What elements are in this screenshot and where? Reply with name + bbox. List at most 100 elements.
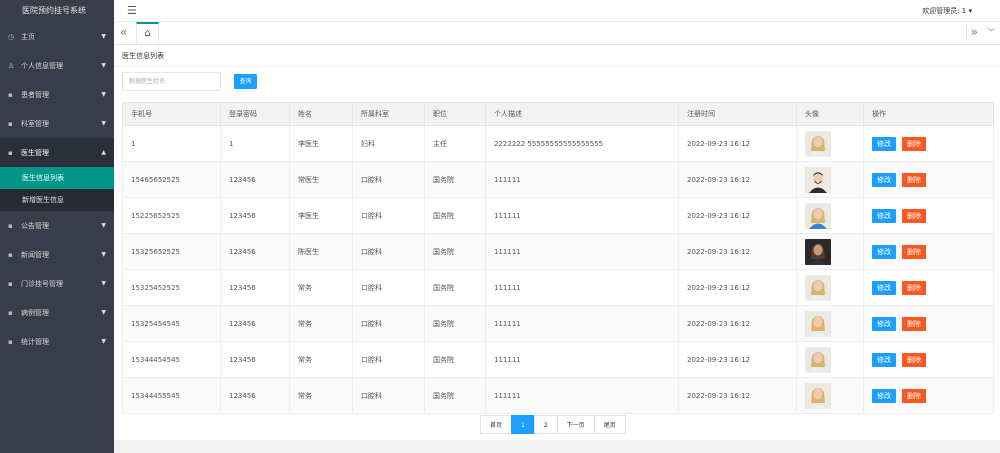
avatar bbox=[805, 346, 831, 373]
table-row: 15344455545 123456 常务 口腔科 国务院 111111 2022-09-2… bbox=[122, 377, 994, 414]
menu-item-icon: ▪ bbox=[8, 337, 13, 346]
sidebar-item[interactable]: ▪ 统计管理 ▼ bbox=[0, 327, 114, 356]
edit-button[interactable]: 修改 bbox=[872, 208, 896, 223]
chevron-down-icon: ▼ bbox=[101, 309, 106, 316]
sidebar-item[interactable]: ▪ 医生管理 ▲ bbox=[0, 138, 114, 167]
cell-password: 123456 bbox=[220, 377, 290, 414]
sidebar-item-label: 统计管理 bbox=[21, 337, 49, 346]
delete-button[interactable]: 删除 bbox=[902, 352, 926, 367]
cell-avatar bbox=[796, 125, 864, 162]
home-tab-icon[interactable]: ⌂ bbox=[136, 22, 159, 44]
cell-position: 国务院 bbox=[424, 233, 486, 270]
cell-name: 李医生 bbox=[289, 125, 353, 162]
cell-phone: 15325454545 bbox=[122, 305, 221, 342]
chevron-down-icon: ▼ bbox=[101, 91, 106, 98]
sidebar-item-label: 门诊挂号管理 bbox=[21, 279, 63, 288]
app-title: 医院预约挂号系统 bbox=[22, 6, 86, 15]
cell-actions: 修改 删除 bbox=[863, 233, 994, 270]
doctor-list-card: 医生信息列表 根据医生姓名 查询 手机号 登录密码 姓名 所属科室 职位 个人描述 注册时间… bbox=[114, 45, 1000, 440]
sidebar-item[interactable]: ◷ 主页 ▼ bbox=[0, 22, 114, 51]
sidebar-subitem[interactable]: 新增医生信息 bbox=[0, 189, 114, 211]
cell-position: 国务院 bbox=[424, 305, 486, 342]
cell-avatar bbox=[796, 305, 864, 342]
cell-phone: 15344455545 bbox=[122, 377, 221, 414]
avatar bbox=[805, 202, 831, 229]
search-button[interactable]: 查询 bbox=[234, 74, 257, 89]
cell-desc: 111111 bbox=[485, 305, 679, 342]
delete-button[interactable]: 删除 bbox=[902, 388, 926, 403]
cell-actions: 修改 删除 bbox=[863, 125, 994, 162]
cell-position: 主任 bbox=[424, 125, 486, 162]
edit-button[interactable]: 修改 bbox=[872, 352, 896, 367]
avatar bbox=[805, 274, 831, 301]
edit-button[interactable]: 修改 bbox=[872, 136, 896, 151]
menu-item-icon: ▪ bbox=[8, 90, 13, 99]
table-row: 15325652525 123456 陈医生 口腔科 国务院 111111 2022-09-… bbox=[122, 233, 994, 270]
menu-item-icon: ▪ bbox=[8, 221, 13, 230]
chevron-down-icon: ▼ bbox=[101, 222, 106, 229]
sidebar-item[interactable]: ♙ 个人信息管理 ▼ bbox=[0, 51, 114, 80]
tab-options-icon[interactable]: ﹀ bbox=[987, 27, 995, 38]
edit-button[interactable]: 修改 bbox=[872, 172, 896, 187]
delete-button[interactable]: 删除 bbox=[902, 280, 926, 295]
cell-time: 2022-09-23 16:12 bbox=[678, 269, 797, 306]
cell-dept: 口腔科 bbox=[352, 377, 425, 414]
pager-page[interactable]: 1 bbox=[511, 415, 535, 434]
cell-desc: 111111 bbox=[485, 269, 679, 306]
cell-actions: 修改 删除 bbox=[863, 197, 994, 234]
cell-time: 2022-09-23 16:12 bbox=[678, 161, 797, 198]
menu-item-icon: ▪ bbox=[8, 119, 13, 128]
search-input[interactable]: 根据医生姓名 bbox=[122, 72, 221, 91]
pagination: 首页 1 2 下一页 尾页 bbox=[480, 415, 626, 434]
sidebar-subitem[interactable]: 医生信息列表 bbox=[0, 167, 114, 189]
sidebar-item[interactable]: ▪ 患者管理 ▼ bbox=[0, 80, 114, 109]
scroll-left-icon[interactable]: « bbox=[120, 25, 127, 39]
pager-last[interactable]: 尾页 bbox=[593, 415, 626, 434]
pager-page[interactable]: 2 bbox=[533, 415, 558, 434]
cell-password: 123456 bbox=[220, 269, 290, 306]
sidebar-item[interactable]: ▪ 新闻管理 ▼ bbox=[0, 240, 114, 269]
cell-time: 2022-09-23 16:12 bbox=[678, 197, 797, 234]
cell-avatar bbox=[796, 197, 864, 234]
edit-button[interactable]: 修改 bbox=[872, 280, 896, 295]
edit-button[interactable]: 修改 bbox=[872, 388, 896, 403]
column-header: 头像 bbox=[796, 102, 864, 126]
table-row: 15344454545 123456 常务 口腔科 国务院 111111 2022-09-2… bbox=[122, 341, 994, 378]
pager-next[interactable]: 下一页 bbox=[556, 415, 595, 434]
delete-button[interactable]: 删除 bbox=[902, 316, 926, 331]
sidebar: 医院预约挂号系统 ◷ 主页 ▼ ♙ 个人信息管理 ▼ ▪ 患者管理 ▼ ▪ 科室管理 ▼ ▪ 医生管理 ▲ 医… bbox=[0, 0, 114, 453]
pager-first[interactable]: 首页 bbox=[480, 415, 513, 434]
cell-position: 国务院 bbox=[424, 161, 486, 198]
delete-button[interactable]: 删除 bbox=[902, 136, 926, 151]
menu-icon[interactable]: ☰ bbox=[127, 4, 137, 17]
delete-button[interactable]: 删除 bbox=[902, 244, 926, 259]
user-menu[interactable]: 欢迎管理员: 1 ▾ bbox=[922, 6, 972, 16]
sidebar-item[interactable]: ▪ 门诊挂号管理 ▼ bbox=[0, 269, 114, 298]
column-header: 个人描述 bbox=[485, 102, 679, 126]
table-row: 1 1 李医生 妇科 主任 2222222 55555555555555555 2022-0… bbox=[122, 125, 994, 162]
edit-button[interactable]: 修改 bbox=[872, 244, 896, 259]
scroll-right-icon[interactable]: » bbox=[965, 25, 978, 39]
delete-button[interactable]: 删除 bbox=[902, 208, 926, 223]
cell-password: 1 bbox=[220, 125, 290, 162]
cell-dept: 口腔科 bbox=[352, 197, 425, 234]
cell-actions: 修改 删除 bbox=[863, 269, 994, 306]
menu-item-icon: ▪ bbox=[8, 279, 13, 288]
menu-item-icon: ▪ bbox=[8, 308, 13, 317]
main-content: 医生信息列表 根据医生姓名 查询 手机号 登录密码 姓名 所属科室 职位 个人描述 注册时间… bbox=[114, 45, 1000, 453]
sidebar-item[interactable]: ▪ 公告管理 ▼ bbox=[0, 211, 114, 240]
cell-position: 国务院 bbox=[424, 197, 486, 234]
cell-name: 常务 bbox=[289, 305, 353, 342]
avatar bbox=[805, 166, 831, 193]
cell-position: 国务院 bbox=[424, 269, 486, 306]
cell-time: 2022-09-23 16:12 bbox=[678, 305, 797, 342]
edit-button[interactable]: 修改 bbox=[872, 316, 896, 331]
sidebar-item[interactable]: ▪ 病例管理 ▼ bbox=[0, 298, 114, 327]
sidebar-item[interactable]: ▪ 科室管理 ▼ bbox=[0, 109, 114, 138]
delete-button[interactable]: 删除 bbox=[902, 172, 926, 187]
chevron-down-icon: ▾ bbox=[968, 7, 972, 15]
sidebar-item-label: 病例管理 bbox=[21, 308, 49, 317]
column-header: 手机号 bbox=[122, 102, 221, 126]
chevron-up-icon: ▲ bbox=[101, 149, 106, 156]
chevron-down-icon: ▼ bbox=[101, 338, 106, 345]
